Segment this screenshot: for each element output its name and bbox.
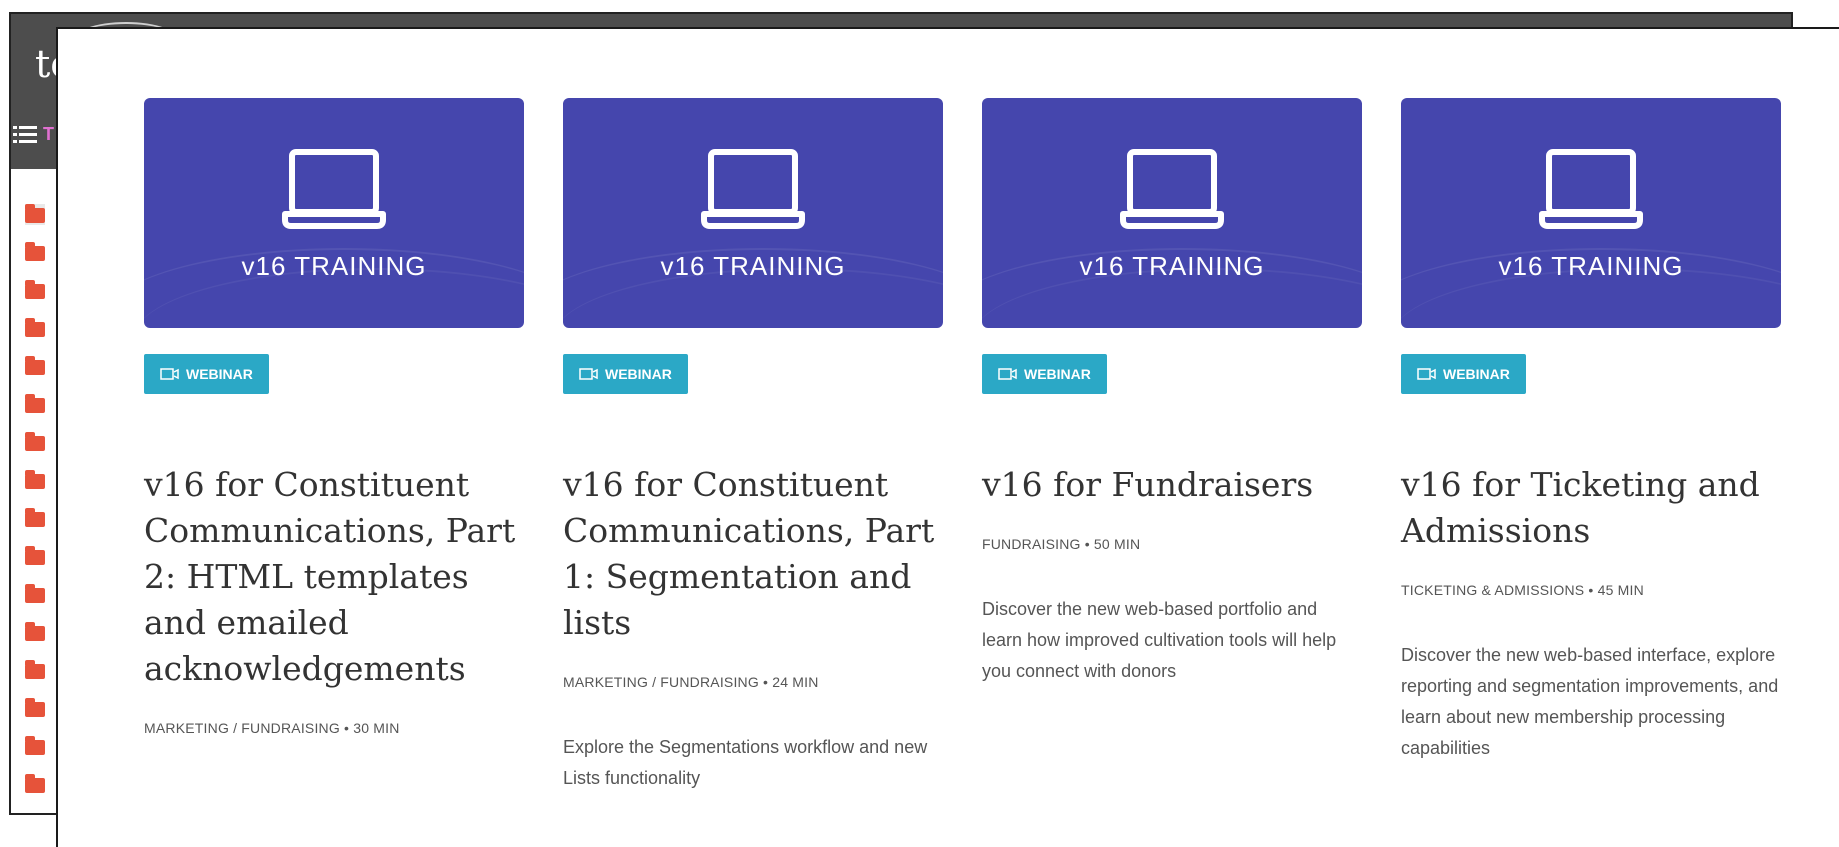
laptop-icon (1120, 149, 1224, 229)
card-thumbnail[interactable]: v16 TRAINING (563, 98, 943, 328)
menu-label[interactable]: T (43, 124, 54, 145)
card-meta: TICKETING & ADMISSIONS • 45 MIN (1401, 582, 1644, 598)
webinar-badge: WEBINAR (1401, 354, 1526, 394)
badge-label: WEBINAR (1024, 366, 1091, 382)
folder-icon[interactable] (25, 698, 45, 719)
training-catalog-panel: v16 TRAINING WEBINAR v16 for Constituent… (56, 27, 1839, 847)
card-title[interactable]: v16 for Ticketing and Admissions (1401, 462, 1781, 554)
folder-icon[interactable] (25, 356, 45, 377)
folder-icon[interactable] (25, 660, 45, 681)
thumbnail-title: v16 TRAINING (1498, 251, 1684, 281)
laptop-icon (1539, 149, 1643, 229)
card-thumbnail[interactable]: v16 TRAINING (1401, 98, 1781, 328)
card-thumbnail[interactable]: v16 TRAINING (982, 98, 1362, 328)
training-card[interactable]: v16 TRAINING WEBINAR v16 for Constituent… (144, 98, 524, 794)
card-grid: v16 TRAINING WEBINAR v16 for Constituent… (144, 98, 1781, 794)
laptop-icon (282, 149, 386, 229)
folder-icon[interactable] (25, 508, 45, 529)
background-menu[interactable]: T (13, 124, 54, 145)
training-card[interactable]: v16 TRAINING WEBINAR v16 for Fundraisers… (982, 98, 1362, 794)
folder-icon[interactable] (25, 622, 45, 643)
card-description: Discover the new web-based interface, ex… (1401, 645, 1779, 758)
folder-icon[interactable] (25, 318, 45, 339)
video-camera-icon (998, 368, 1017, 380)
training-card[interactable]: v16 TRAINING WEBINAR v16 for Constituent… (563, 98, 943, 794)
folder-icon[interactable] (25, 394, 45, 415)
video-camera-icon (579, 368, 598, 380)
training-card[interactable]: v16 TRAINING WEBINAR v16 for Ticketing a… (1401, 98, 1781, 794)
badge-label: WEBINAR (1443, 366, 1510, 382)
card-meta: FUNDRAISING • 50 MIN (982, 536, 1141, 552)
laptop-icon (701, 149, 805, 229)
folder-icon[interactable] (25, 280, 45, 301)
card-thumbnail[interactable]: v16 TRAINING (144, 98, 524, 328)
folder-icon[interactable] (25, 204, 45, 225)
card-title[interactable]: v16 for Constituent Communications, Part… (144, 462, 524, 692)
folder-icon[interactable] (25, 242, 45, 263)
webinar-badge: WEBINAR (563, 354, 688, 394)
badge-label: WEBINAR (186, 366, 253, 382)
card-title[interactable]: v16 for Constituent Communications, Part… (563, 462, 943, 646)
folder-icon[interactable] (25, 584, 45, 605)
folder-icon[interactable] (25, 470, 45, 491)
card-description: Discover the new web-based portfolio and… (982, 599, 1337, 681)
card-meta: MARKETING / FUNDRAISING • 24 MIN (563, 674, 819, 690)
video-camera-icon (160, 368, 179, 380)
thumbnail-title: v16 TRAINING (660, 251, 846, 281)
folder-icon[interactable] (25, 736, 45, 757)
folder-list (25, 204, 45, 795)
folder-icon[interactable] (25, 774, 45, 795)
badge-label: WEBINAR (605, 366, 672, 382)
card-description: Explore the Segmentations workflow and n… (563, 737, 928, 788)
card-meta: MARKETING / FUNDRAISING • 30 MIN (144, 720, 400, 736)
folder-icon[interactable] (25, 432, 45, 453)
folder-icon[interactable] (25, 546, 45, 567)
webinar-badge: WEBINAR (144, 354, 269, 394)
webinar-badge: WEBINAR (982, 354, 1107, 394)
thumbnail-title: v16 TRAINING (241, 251, 427, 281)
list-menu-icon[interactable] (13, 125, 37, 145)
video-camera-icon (1417, 368, 1436, 380)
card-title[interactable]: v16 for Fundraisers (982, 462, 1362, 508)
thumbnail-title: v16 TRAINING (1079, 251, 1265, 281)
